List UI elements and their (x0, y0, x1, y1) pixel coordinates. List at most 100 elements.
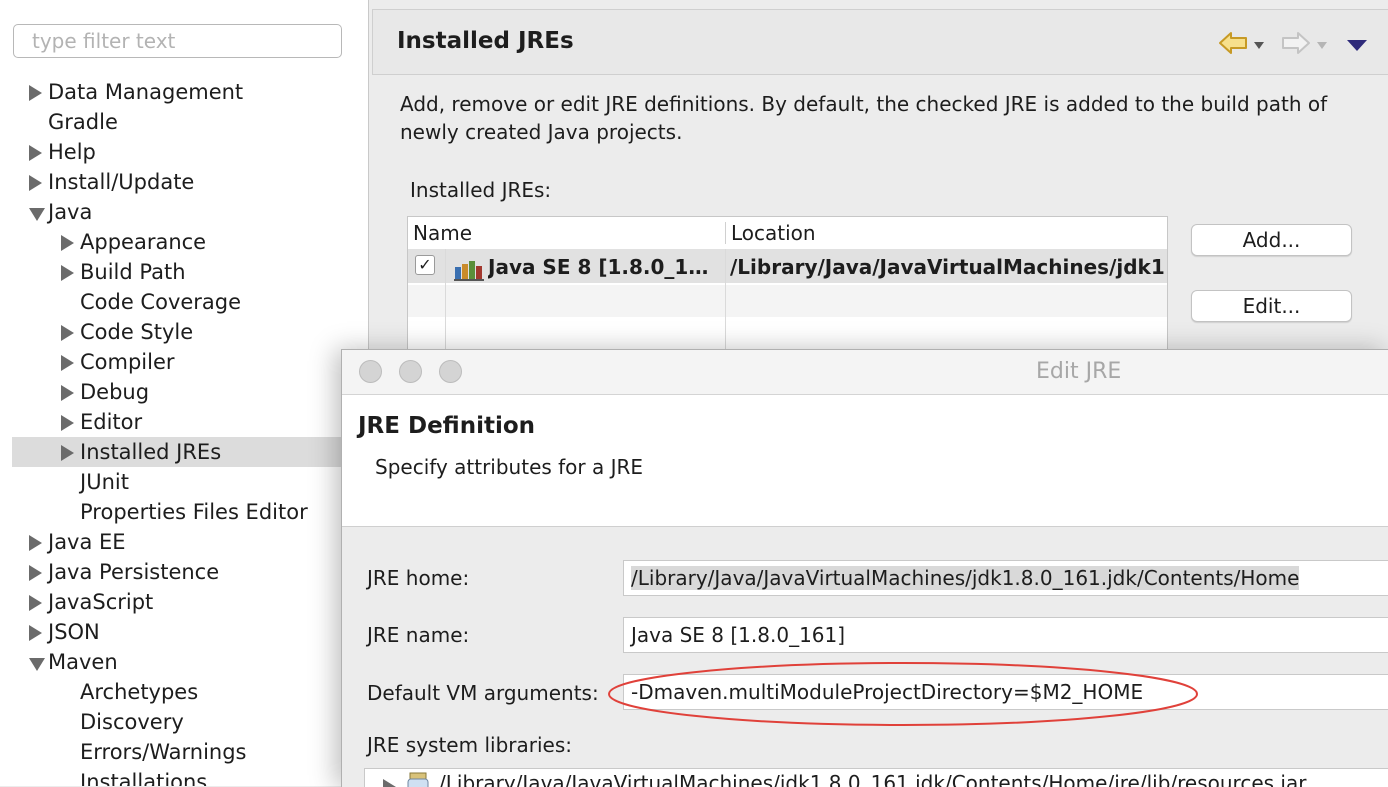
page-header: Installed JREs (372, 9, 1388, 75)
collapse-arrow-icon[interactable] (29, 658, 45, 671)
jre-home-label: JRE home: (367, 566, 470, 590)
forward-history-dropdown-icon[interactable] (1317, 42, 1327, 49)
tree-item-label: Gradle (48, 110, 118, 134)
section-description: Specify attributes for a JRE (375, 455, 644, 479)
forward-arrow-icon[interactable] (1281, 30, 1311, 56)
tree-item-label: Compiler (80, 350, 175, 374)
tree-item-label: Code Style (80, 320, 194, 344)
tree-item-label: JavaScript (48, 590, 154, 614)
default-jre-checkbox[interactable]: ✓ (415, 255, 435, 275)
preferences-tree-pane: · · · · · · · · · · · Data Management Gra… (0, 0, 369, 786)
expand-arrow-icon[interactable] (29, 595, 42, 611)
table-row-empty (408, 285, 1167, 317)
tree-item-label: Java (48, 200, 93, 224)
expand-arrow-icon[interactable] (61, 385, 74, 401)
tree-item-label: JUnit (80, 470, 129, 494)
view-menu-icon[interactable] (1347, 40, 1367, 51)
tree-item-code-style[interactable]: Code Style (12, 317, 352, 347)
edit-button[interactable]: Edit... (1191, 290, 1352, 322)
tree-item-editor[interactable]: Editor (12, 407, 352, 437)
minimize-window-button[interactable] (399, 360, 422, 383)
tree-item-label: Properties Files Editor (80, 500, 308, 524)
tree-item-discovery[interactable]: Discovery (12, 707, 352, 737)
tree-item-label: Installed JREs (80, 440, 222, 464)
tree-item-json[interactable]: JSON (12, 617, 352, 647)
expand-arrow-icon[interactable] (29, 175, 42, 191)
page-description: Add, remove or edit JRE definitions. By … (400, 92, 1328, 144)
expand-arrow-icon[interactable] (61, 355, 74, 371)
tree-item-java[interactable]: Java (12, 197, 352, 227)
expand-arrow-icon[interactable] (61, 325, 74, 341)
jre-table[interactable]: Name Location ✓ Java SE 8 [1.8.0_1… /Lib… (407, 216, 1168, 356)
expand-arrow-icon[interactable] (29, 625, 42, 641)
edit-jre-dialog: Edit JRE JRE Definition Specify attribut… (341, 349, 1388, 787)
tree-item-label: Install/Update (48, 170, 195, 194)
back-history-dropdown-icon[interactable] (1254, 42, 1264, 49)
close-window-button[interactable] (359, 360, 382, 383)
jre-home-field[interactable]: /Library/Java/JavaVirtualMachines/jdk1.8… (623, 560, 1388, 596)
filter-input[interactable] (13, 24, 342, 58)
expand-arrow-icon[interactable] (61, 265, 74, 281)
library-row[interactable]: /Library/Java/JavaVirtualMachines/jdk1.8… (439, 771, 1306, 787)
tree-item-label: JSON (48, 620, 100, 644)
tree-item-archetypes[interactable]: Archetypes (12, 677, 352, 707)
column-header-name[interactable]: Name (413, 217, 472, 249)
tree-item-appearance[interactable]: Appearance (12, 227, 352, 257)
page-title: Installed JREs (397, 28, 574, 54)
tree-item-label: Debug (80, 380, 150, 404)
tree-item-maven[interactable]: Maven (12, 647, 352, 677)
expand-arrow-icon[interactable] (61, 235, 74, 251)
tree-item-java-ee[interactable]: Java EE (12, 527, 352, 557)
expand-arrow-icon[interactable] (61, 415, 74, 431)
system-libraries-label: JRE system libraries: (367, 733, 572, 757)
tree-item-gradle[interactable]: Gradle (12, 107, 352, 137)
tree-item-installations[interactable]: Installations (12, 767, 352, 786)
column-header-location[interactable]: Location (731, 217, 816, 249)
expand-arrow-icon[interactable] (29, 535, 42, 551)
expand-arrow-icon[interactable] (29, 85, 42, 101)
tree-item-label: Appearance (80, 230, 207, 254)
tree-item-label: Code Coverage (80, 290, 242, 314)
expand-arrow-icon[interactable] (29, 145, 42, 161)
tree-item-data-management[interactable]: Data Management (12, 77, 352, 107)
tree-item-label: Archetypes (80, 680, 199, 704)
tree-item-compiler[interactable]: Compiler (12, 347, 352, 377)
clipped-tree-row: · · · · · · · · · · · (44, 60, 284, 72)
highlight-ellipse-annotation (608, 662, 1198, 726)
tree-item-java-persistence[interactable]: Java Persistence (12, 557, 352, 587)
collapse-arrow-icon[interactable] (29, 208, 45, 221)
tree-item-help[interactable]: Help (12, 137, 352, 167)
tree-item-label: Maven (48, 650, 118, 674)
dialog-header: JRE Definition Specify attributes for a … (342, 395, 1388, 527)
jre-name-cell: Java SE 8 [1.8.0_1… (488, 255, 709, 279)
tree-item-errors-warnings[interactable]: Errors/Warnings (12, 737, 352, 767)
zoom-window-button[interactable] (439, 360, 462, 383)
vm-arguments-label: Default VM arguments: (367, 681, 599, 705)
tree-item-properties-files-editor[interactable]: Properties Files Editor (12, 497, 352, 527)
tree-item-code-coverage[interactable]: Code Coverage (12, 287, 352, 317)
tree-item-install-update[interactable]: Install/Update (12, 167, 352, 197)
tree-item-javascript[interactable]: JavaScript (12, 587, 352, 617)
column-divider[interactable] (725, 222, 726, 244)
tree-item-label: Help (48, 140, 96, 164)
back-arrow-icon[interactable] (1218, 30, 1248, 56)
add-button[interactable]: Add... (1191, 224, 1352, 256)
section-title: JRE Definition (358, 413, 536, 439)
tree-item-label: Java Persistence (48, 560, 220, 584)
tree-item-label: Java EE (48, 530, 126, 554)
grid-line (445, 249, 446, 355)
tree-item-junit[interactable]: JUnit (12, 467, 352, 497)
tree-item-label: Errors/Warnings (80, 740, 247, 764)
system-libraries-tree[interactable]: /Library/Java/JavaVirtualMachines/jdk1.8… (364, 768, 1388, 787)
expand-arrow-icon[interactable] (29, 565, 42, 581)
jre-name-field[interactable]: Java SE 8 [1.8.0_161] (623, 617, 1388, 653)
dialog-titlebar[interactable]: Edit JRE (342, 350, 1388, 395)
tree-item-installed-jres[interactable]: Installed JREs (12, 437, 352, 467)
expand-arrow-icon[interactable] (61, 445, 74, 461)
tree-item-debug[interactable]: Debug (12, 377, 352, 407)
grid-line (725, 249, 726, 355)
tree-item-label: Discovery (80, 710, 184, 734)
dialog-title: Edit JRE (1036, 359, 1122, 384)
tree-item-label: Editor (80, 410, 143, 434)
tree-item-build-path[interactable]: Build Path (12, 257, 352, 287)
